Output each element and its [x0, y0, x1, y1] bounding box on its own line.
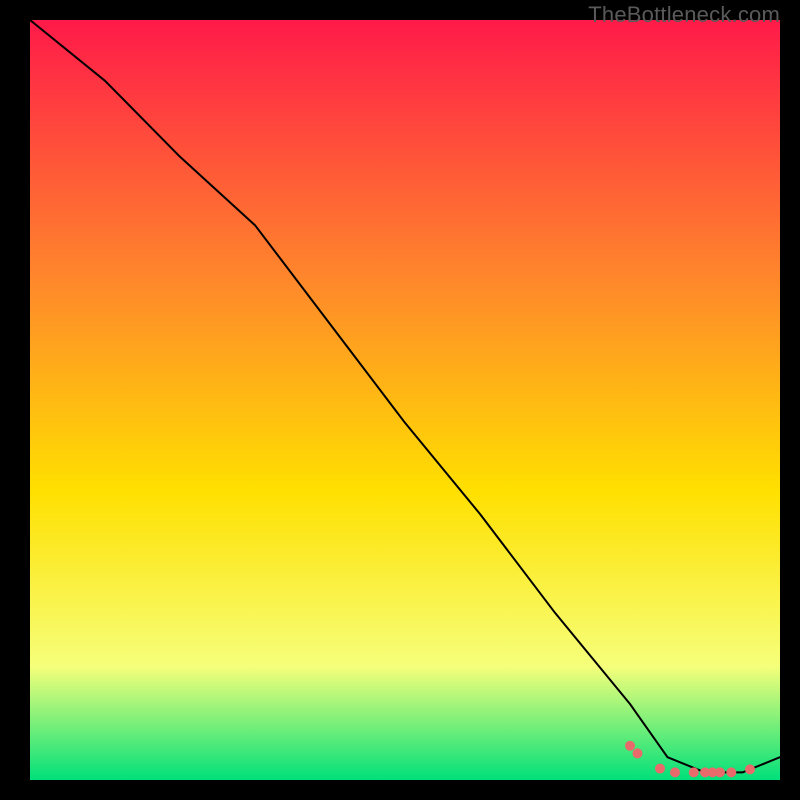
marker-point [689, 767, 699, 777]
attribution-text: TheBottleneck.com [588, 2, 780, 28]
marker-point [655, 764, 665, 774]
marker-point [726, 767, 736, 777]
chart-stage: TheBottleneck.com [0, 0, 800, 800]
marker-point [715, 767, 725, 777]
gradient-background [30, 20, 780, 780]
marker-point [625, 741, 635, 751]
plot-svg [30, 20, 780, 780]
marker-point [745, 764, 755, 774]
marker-point [633, 748, 643, 758]
marker-point [670, 767, 680, 777]
plot-area [30, 20, 780, 780]
